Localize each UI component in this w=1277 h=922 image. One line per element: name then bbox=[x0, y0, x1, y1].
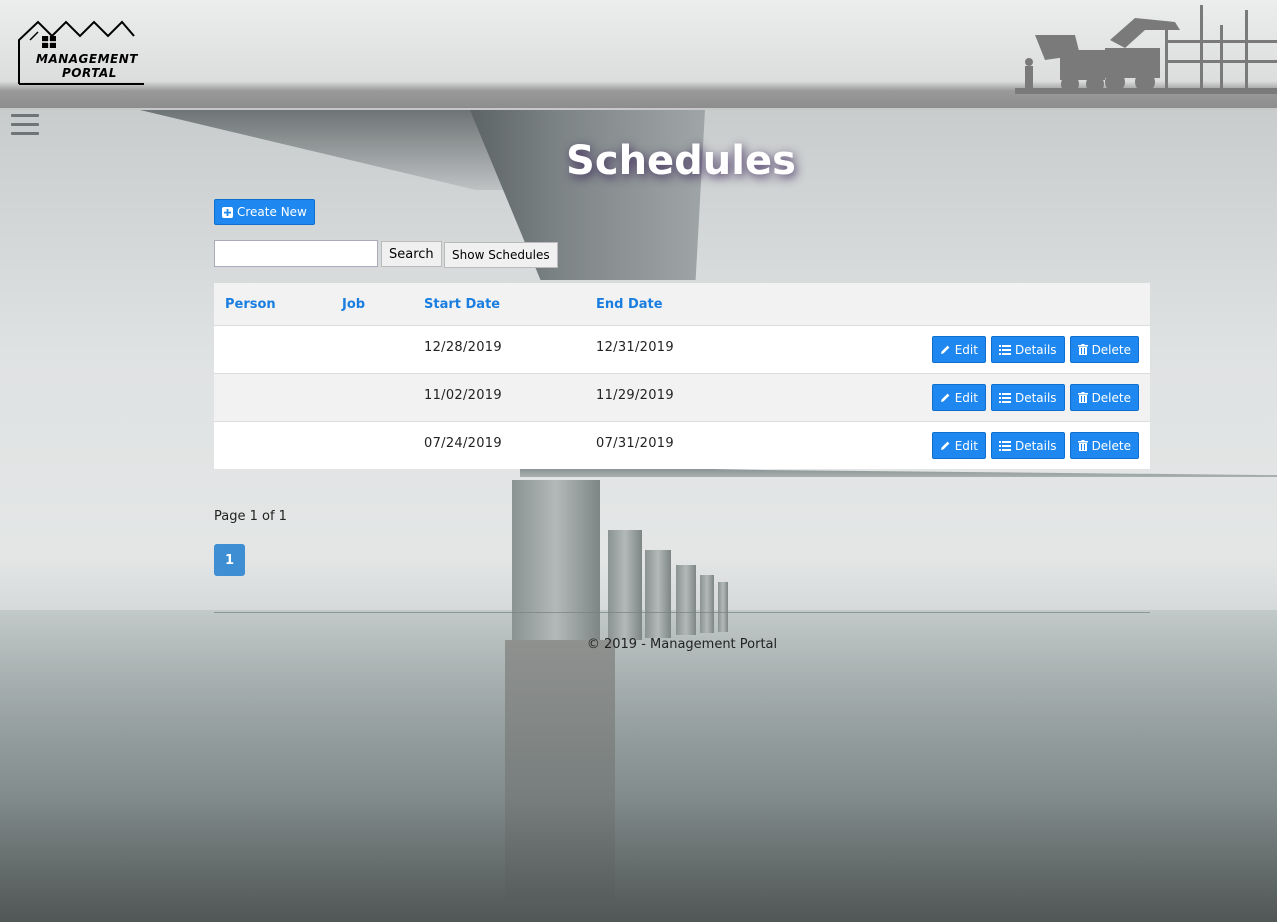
pencil-icon bbox=[940, 393, 950, 402]
schedules-table: Person Job Start Date End Date 12/28/201… bbox=[214, 283, 1150, 469]
details-button[interactable]: Details bbox=[990, 336, 1065, 363]
footer-divider bbox=[214, 612, 1150, 613]
hamburger-menu-icon[interactable] bbox=[11, 114, 39, 136]
logo-text-line2: PORTAL bbox=[62, 66, 117, 80]
plus-square-icon bbox=[222, 206, 233, 218]
list-icon bbox=[998, 392, 1011, 403]
details-button[interactable]: Details bbox=[990, 384, 1065, 411]
delete-button[interactable]: Delete bbox=[1069, 432, 1139, 459]
bridge-pier bbox=[700, 575, 714, 633]
row-actions: Edit Details Delete bbox=[931, 336, 1139, 363]
pier-reflection bbox=[505, 640, 615, 900]
site-header: MANAGEMENT PORTAL bbox=[0, 0, 1277, 110]
bridge-pier bbox=[718, 582, 728, 632]
edit-button[interactable]: Edit bbox=[931, 336, 986, 363]
details-label: Details bbox=[1014, 342, 1057, 357]
list-icon bbox=[998, 440, 1011, 451]
create-new-button[interactable]: Create New bbox=[214, 199, 315, 225]
create-new-label: Create New bbox=[237, 205, 307, 219]
bridge-pier bbox=[645, 550, 671, 638]
table-row: 11/02/2019 11/29/2019 Edit Details Delet… bbox=[214, 373, 1150, 421]
list-icon bbox=[998, 344, 1011, 355]
column-header-end-date[interactable]: End Date bbox=[596, 297, 663, 312]
search-input[interactable] bbox=[214, 240, 378, 267]
search-button[interactable]: Search bbox=[381, 241, 442, 267]
bridge-pier bbox=[676, 565, 696, 635]
end-date-cell: 12/31/2019 bbox=[596, 340, 674, 355]
page-title: Schedules bbox=[566, 138, 796, 184]
start-date-cell: 07/24/2019 bbox=[424, 436, 502, 451]
trash-icon bbox=[1077, 344, 1088, 355]
management-portal-logo[interactable]: MANAGEMENT PORTAL bbox=[16, 18, 148, 88]
construction-silhouette-image bbox=[1015, 5, 1277, 94]
edit-label: Edit bbox=[954, 342, 978, 357]
background-bridge-image bbox=[0, 110, 1277, 922]
logo-text-line1: MANAGEMENT bbox=[36, 52, 138, 66]
table-row: 12/28/2019 12/31/2019 Edit Details Delet… bbox=[214, 325, 1150, 373]
table-header-row: Person Job Start Date End Date bbox=[214, 283, 1150, 325]
edit-label: Edit bbox=[954, 390, 978, 405]
edit-button[interactable]: Edit bbox=[931, 432, 986, 459]
column-header-start-date[interactable]: Start Date bbox=[424, 297, 500, 312]
row-actions: Edit Details Delete bbox=[931, 384, 1139, 411]
end-date-cell: 07/31/2019 bbox=[596, 436, 674, 451]
edit-button[interactable]: Edit bbox=[931, 384, 986, 411]
trash-icon bbox=[1077, 392, 1088, 403]
trash-icon bbox=[1077, 440, 1088, 451]
column-header-person[interactable]: Person bbox=[225, 297, 276, 312]
edit-label: Edit bbox=[954, 438, 978, 453]
pencil-icon bbox=[940, 441, 950, 450]
pagination-info: Page 1 of 1 bbox=[214, 509, 287, 524]
water-surface bbox=[0, 610, 1277, 922]
table-row: 07/24/2019 07/31/2019 Edit Details Delet… bbox=[214, 421, 1150, 469]
start-date-cell: 11/02/2019 bbox=[424, 388, 502, 403]
bridge-pier bbox=[512, 480, 600, 640]
details-label: Details bbox=[1014, 390, 1057, 405]
delete-label: Delete bbox=[1091, 342, 1131, 357]
end-date-cell: 11/29/2019 bbox=[596, 388, 674, 403]
delete-label: Delete bbox=[1091, 438, 1131, 453]
details-button[interactable]: Details bbox=[990, 432, 1065, 459]
delete-label: Delete bbox=[1091, 390, 1131, 405]
page-button-1[interactable]: 1 bbox=[214, 544, 245, 576]
show-schedules-button[interactable]: Show Schedules bbox=[444, 242, 558, 268]
row-actions: Edit Details Delete bbox=[931, 432, 1139, 459]
details-label: Details bbox=[1014, 438, 1057, 453]
bridge-pier bbox=[608, 530, 642, 640]
column-header-job[interactable]: Job bbox=[342, 297, 365, 312]
footer-copyright: © 2019 - Management Portal bbox=[586, 637, 778, 652]
start-date-cell: 12/28/2019 bbox=[424, 340, 502, 355]
delete-button[interactable]: Delete bbox=[1069, 384, 1139, 411]
delete-button[interactable]: Delete bbox=[1069, 336, 1139, 363]
pencil-icon bbox=[940, 345, 950, 354]
